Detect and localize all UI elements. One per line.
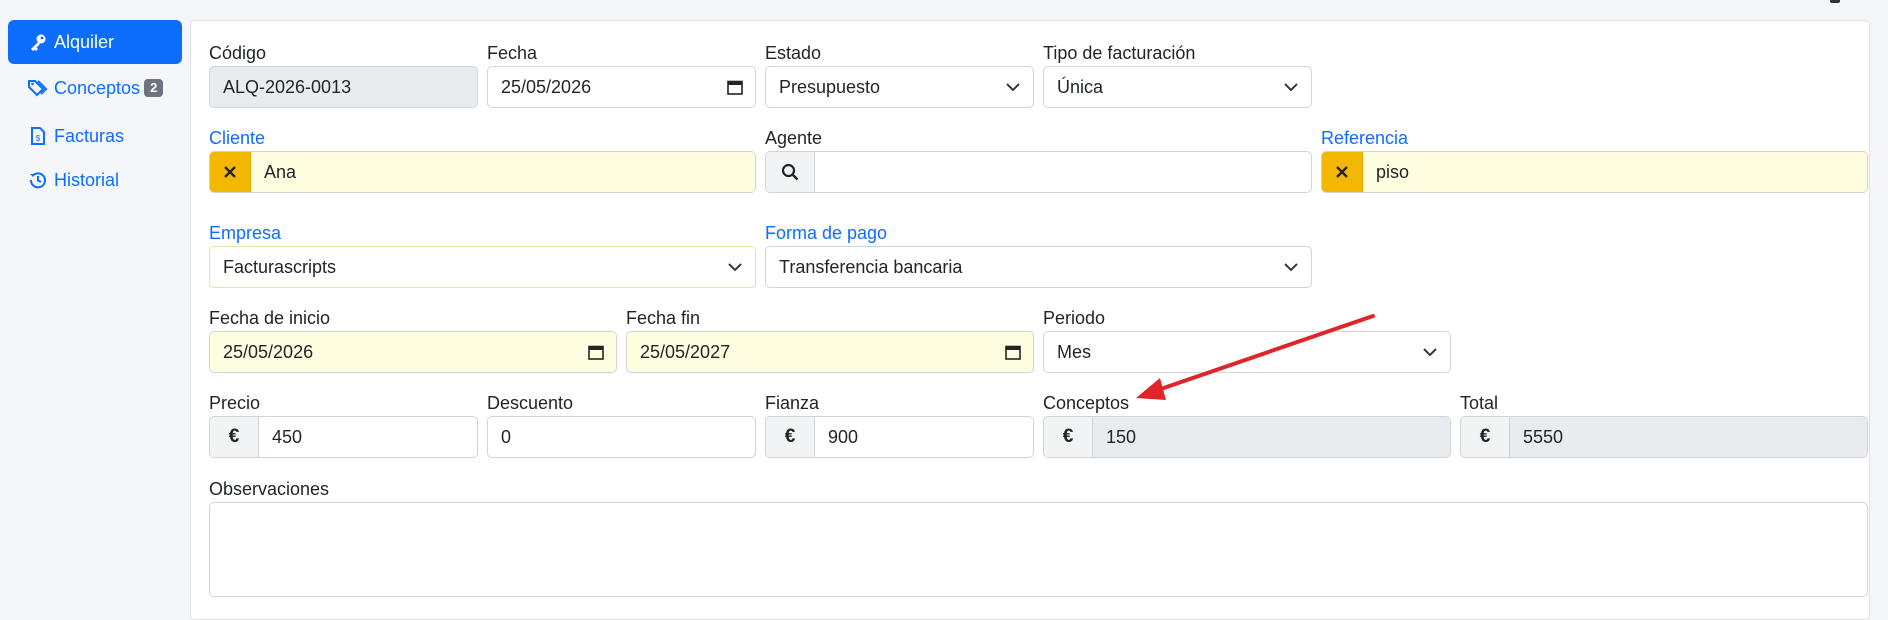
- descuento-input[interactable]: 0: [487, 416, 756, 458]
- sidebar-item-conceptos[interactable]: Conceptos 2: [8, 66, 182, 110]
- cliente-value: Ana: [251, 152, 755, 192]
- calendar-icon[interactable]: [993, 344, 1033, 360]
- euro-icon: €: [1044, 417, 1093, 457]
- fecha-value: 25/05/2026: [501, 76, 592, 97]
- sidebar-item-facturas[interactable]: $ Facturas: [8, 114, 182, 158]
- trash-icon[interactable]: [1830, 0, 1840, 3]
- estado-label: Estado: [765, 43, 822, 63]
- estado-value: Presupuesto: [779, 76, 881, 97]
- fianza-field[interactable]: € 900: [765, 416, 1034, 458]
- precio-label: Precio: [209, 393, 261, 413]
- fianza-label: Fianza: [765, 393, 820, 413]
- sidebar-item-historial[interactable]: Historial: [8, 158, 182, 202]
- sidebar-item-label: Conceptos: [54, 77, 141, 98]
- periodo-label: Periodo: [1043, 308, 1106, 328]
- empresa-select[interactable]: Facturascripts: [209, 246, 756, 288]
- total-label: Total: [1460, 393, 1499, 413]
- count-badge: 2: [144, 79, 164, 97]
- euro-icon: €: [210, 417, 259, 457]
- close-icon: [1336, 166, 1348, 178]
- sidebar-item-alquiler[interactable]: Alquiler: [8, 20, 182, 64]
- fecha-label: Fecha: [487, 43, 538, 63]
- observaciones-label: Observaciones: [209, 479, 330, 499]
- codigo-value: ALQ-2026-0013: [223, 76, 352, 97]
- fecha-fin-date-input[interactable]: 25/05/2027: [626, 331, 1034, 373]
- tipo-facturacion-label: Tipo de facturación: [1043, 43, 1196, 63]
- calendar-icon[interactable]: [576, 344, 616, 360]
- forma-pago-value: Transferencia bancaria: [779, 256, 963, 277]
- conceptos-label: Conceptos: [1043, 393, 1130, 413]
- chevron-down-icon: [715, 262, 755, 272]
- fecha-inicio-value: 25/05/2026: [223, 341, 314, 362]
- conceptos-field[interactable]: € 150: [1043, 416, 1451, 458]
- chevron-down-icon: [1271, 82, 1311, 92]
- codigo-field[interactable]: ALQ-2026-0013: [209, 66, 478, 108]
- total-field[interactable]: € 5550: [1460, 416, 1868, 458]
- forma-pago-select[interactable]: Transferencia bancaria: [765, 246, 1312, 288]
- codigo-label: Código: [209, 43, 267, 63]
- agente-field[interactable]: [765, 151, 1312, 193]
- fecha-date-input[interactable]: 25/05/2026: [487, 66, 756, 108]
- conceptos-value: 150: [1093, 417, 1450, 457]
- fecha-fin-value: 25/05/2027: [640, 341, 731, 362]
- search-icon[interactable]: [766, 152, 815, 192]
- clear-cliente-button[interactable]: [210, 152, 251, 192]
- agente-value: [815, 152, 1311, 192]
- fecha-inicio-label: Fecha de inicio: [209, 308, 331, 328]
- tags-icon: [28, 78, 48, 98]
- referencia-label: Referencia: [1321, 128, 1409, 148]
- chevron-down-icon: [1410, 347, 1450, 357]
- referencia-field[interactable]: piso: [1321, 151, 1868, 193]
- invoice-file-icon: $: [28, 126, 48, 146]
- clear-referencia-button[interactable]: [1322, 152, 1363, 192]
- chevron-down-icon: [993, 82, 1033, 92]
- key-icon: [28, 32, 48, 52]
- euro-icon: €: [1461, 417, 1510, 457]
- empresa-value: Facturascripts: [223, 256, 337, 277]
- fianza-value: 900: [828, 426, 859, 447]
- total-value: 5550: [1510, 417, 1867, 457]
- svg-text:$: $: [36, 134, 41, 143]
- calendar-icon[interactable]: [715, 79, 755, 95]
- tipo-facturacion-value: Única: [1057, 76, 1104, 97]
- top-bar: [0, 0, 1888, 18]
- precio-value: 450: [272, 426, 303, 447]
- sidebar-item-label: Facturas: [54, 125, 125, 146]
- estado-select[interactable]: Presupuesto: [765, 66, 1034, 108]
- cliente-label: Cliente: [209, 128, 266, 148]
- forma-pago-label: Forma de pago: [765, 223, 888, 243]
- annotation-arrow: [1136, 314, 1375, 400]
- fecha-inicio-date-input[interactable]: 25/05/2026: [209, 331, 617, 373]
- tipo-facturacion-select[interactable]: Única: [1043, 66, 1312, 108]
- history-icon: [28, 170, 48, 190]
- observaciones-textarea[interactable]: [209, 502, 1868, 597]
- descuento-label: Descuento: [487, 393, 574, 413]
- chevron-down-icon: [1271, 262, 1311, 272]
- agente-label: Agente: [765, 128, 823, 148]
- descuento-value: 0: [501, 426, 512, 447]
- fecha-fin-label: Fecha fin: [626, 308, 701, 328]
- precio-field[interactable]: € 450: [209, 416, 478, 458]
- sidebar-item-label: Historial: [54, 169, 120, 190]
- referencia-value: piso: [1363, 152, 1867, 192]
- empresa-label: Empresa: [209, 223, 282, 243]
- cliente-field[interactable]: Ana: [209, 151, 756, 193]
- sidebar-item-label: Alquiler: [54, 31, 115, 52]
- close-icon: [224, 166, 236, 178]
- euro-icon: €: [766, 417, 815, 457]
